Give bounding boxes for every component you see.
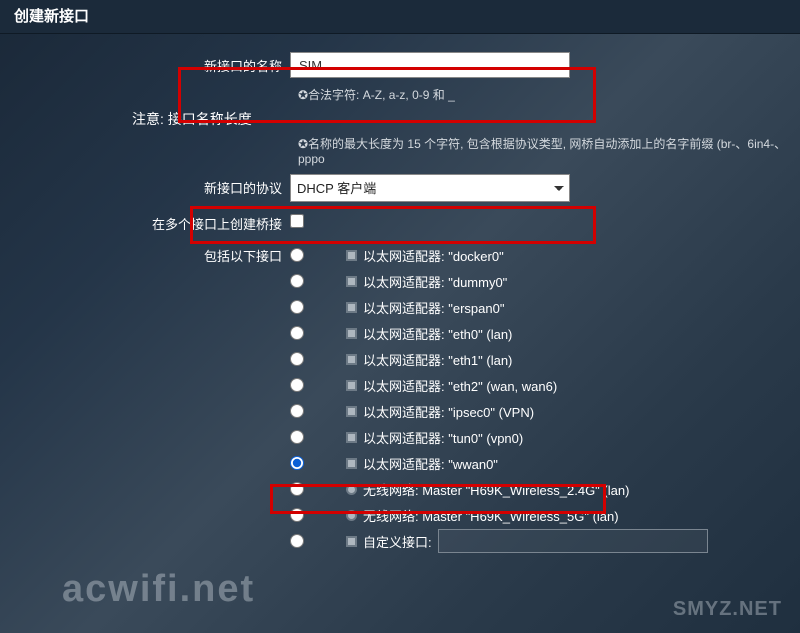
iface-radio[interactable] bbox=[290, 456, 304, 470]
iface-row: 以太网适配器: "eth0" (lan) bbox=[290, 320, 512, 346]
iface-row: 以太网适配器: "docker0" bbox=[290, 242, 504, 268]
iface-radio[interactable] bbox=[290, 430, 304, 444]
ethernet-icon bbox=[346, 536, 357, 547]
iface-label-text: 以太网适配器: "ipsec0" (VPN) bbox=[363, 402, 534, 421]
iface-radio[interactable] bbox=[290, 248, 304, 262]
bridge-label: 在多个接口上创建桥接 bbox=[0, 210, 290, 233]
iface-row: 无线网络: Master "H69K_Wireless_5G" (lan) bbox=[290, 502, 619, 528]
custom-iface-input[interactable] bbox=[438, 529, 708, 553]
iface-row: 以太网适配器: "erspan0" bbox=[290, 294, 504, 320]
iface-row: 以太网适配器: "ipsec0" (VPN) bbox=[290, 398, 534, 424]
include-iface-label: 包括以下接口 bbox=[0, 242, 290, 265]
ethernet-icon bbox=[346, 250, 357, 261]
iface-label-text: 以太网适配器: "eth1" (lan) bbox=[363, 350, 512, 369]
wireless-icon bbox=[346, 510, 357, 521]
ethernet-icon bbox=[346, 380, 357, 391]
ethernet-icon bbox=[346, 406, 357, 417]
iface-radio[interactable] bbox=[290, 482, 304, 496]
iface-row: 以太网适配器: "wwan0" bbox=[290, 450, 498, 476]
name-maxlen-hint: ✪名称的最大长度为 15 个字符, 包含根据协议类型, 网桥自动添加上的名字前缀… bbox=[298, 135, 800, 166]
iface-radio[interactable] bbox=[290, 404, 304, 418]
ethernet-icon bbox=[346, 458, 357, 469]
iface-row: 以太网适配器: "tun0" (vpn0) bbox=[290, 424, 523, 450]
iface-row: 无线网络: Master "H69K_Wireless_2.4G" (lan) bbox=[290, 476, 629, 502]
iface-radio[interactable] bbox=[290, 352, 304, 366]
iface-radio[interactable] bbox=[290, 326, 304, 340]
iface-radio[interactable] bbox=[290, 534, 304, 548]
iface-radio[interactable] bbox=[290, 508, 304, 522]
iface-label-text: 以太网适配器: "docker0" bbox=[363, 246, 504, 265]
iface-name-hint: ✪合法字符: A-Z, a-z, 0-9 和 _ bbox=[298, 86, 800, 103]
name-length-notice: 注意: 接口名称长度 bbox=[132, 109, 800, 129]
iface-radio[interactable] bbox=[290, 274, 304, 288]
iface-row-custom: 自定义接口: bbox=[290, 528, 708, 554]
ethernet-icon bbox=[346, 328, 357, 339]
wireless-icon bbox=[346, 484, 357, 495]
protocol-select[interactable]: DHCP 客户端 bbox=[290, 174, 570, 202]
ethernet-icon bbox=[346, 354, 357, 365]
iface-label-text: 以太网适配器: "erspan0" bbox=[363, 298, 504, 317]
iface-name-label: 新接口的名称 bbox=[0, 52, 290, 75]
iface-row: 以太网适配器: "eth2" (wan, wan6) bbox=[290, 372, 557, 398]
iface-label-text: 以太网适配器: "tun0" (vpn0) bbox=[363, 428, 523, 447]
custom-iface-label: 自定义接口: bbox=[363, 532, 432, 551]
ethernet-icon bbox=[346, 276, 357, 287]
ethernet-icon bbox=[346, 432, 357, 443]
iface-radio[interactable] bbox=[290, 378, 304, 392]
watermark-right: SMYZ.NET bbox=[673, 598, 782, 621]
protocol-label: 新接口的协议 bbox=[0, 174, 290, 197]
create-interface-form: 新接口的名称 ✪合法字符: A-Z, a-z, 0-9 和 _ 注意: 接口名称… bbox=[0, 34, 800, 554]
iface-label-text: 以太网适配器: "eth0" (lan) bbox=[363, 324, 512, 343]
iface-label-text: 以太网适配器: "dummy0" bbox=[363, 272, 507, 291]
iface-label-text: 无线网络: Master "H69K_Wireless_2.4G" (lan) bbox=[363, 480, 629, 499]
ethernet-icon bbox=[346, 302, 357, 313]
iface-name-input[interactable] bbox=[290, 52, 570, 78]
iface-row: 以太网适配器: "dummy0" bbox=[290, 268, 507, 294]
bridge-checkbox[interactable] bbox=[290, 214, 304, 228]
page-title: 创建新接口 bbox=[0, 0, 800, 34]
iface-radio[interactable] bbox=[290, 300, 304, 314]
iface-label-text: 无线网络: Master "H69K_Wireless_5G" (lan) bbox=[363, 506, 619, 525]
iface-label-text: 以太网适配器: "eth2" (wan, wan6) bbox=[363, 376, 557, 395]
iface-label-text: 以太网适配器: "wwan0" bbox=[363, 454, 498, 473]
watermark-left: acwifi.net bbox=[62, 568, 255, 611]
iface-row: 以太网适配器: "eth1" (lan) bbox=[290, 346, 512, 372]
